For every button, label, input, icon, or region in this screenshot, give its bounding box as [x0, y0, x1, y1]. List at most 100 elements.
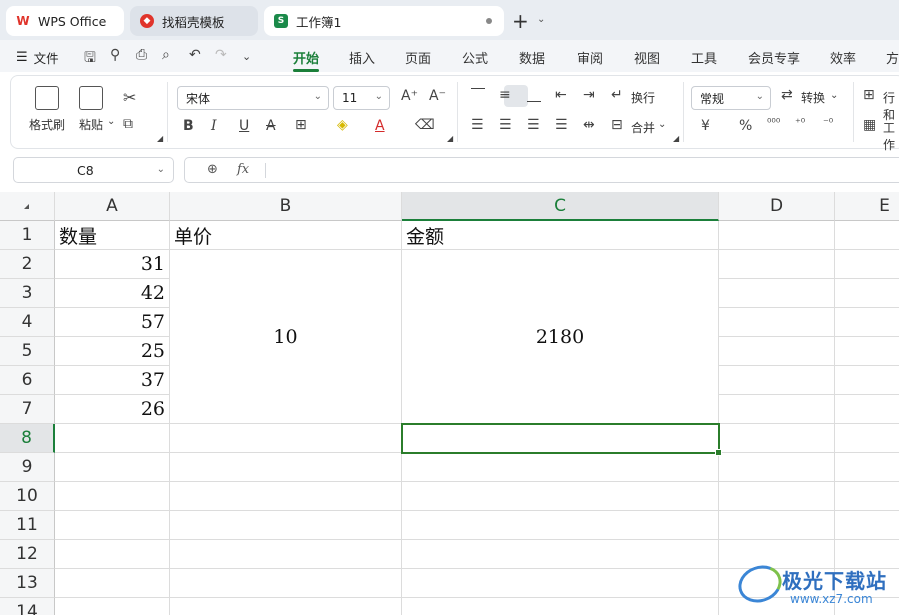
clear-format-icon[interactable]: ⌫ — [415, 117, 435, 133]
worksheet-label[interactable]: 工作 — [883, 119, 899, 153]
cell-d7[interactable] — [719, 395, 835, 424]
align-bottom-icon[interactable]: ⎽ — [527, 87, 541, 103]
print-preview-icon[interactable]: ⌕ — [162, 47, 170, 63]
tab-efficiency[interactable]: 效率 — [830, 48, 856, 67]
cell-a4[interactable]: 57 — [55, 308, 170, 337]
cell-a8[interactable] — [55, 424, 170, 453]
indent-decrease-icon[interactable]: ⇤ — [555, 87, 567, 103]
tab-insert[interactable]: 插入 — [349, 48, 375, 67]
strikethrough-icon[interactable]: A — [266, 118, 276, 134]
tab-member[interactable]: 会员专享 — [748, 48, 800, 67]
share-icon[interactable]: ⚲ — [110, 47, 120, 63]
clipboard-launcher-icon[interactable]: ◢ — [157, 134, 163, 143]
cell-d5[interactable] — [719, 337, 835, 366]
merge-icon[interactable]: ⊟ — [611, 117, 623, 133]
cell-d11[interactable] — [719, 511, 835, 540]
cell-c1[interactable]: 金额 — [402, 221, 719, 250]
cell-e4[interactable] — [835, 308, 899, 337]
cell-a7[interactable]: 26 — [55, 395, 170, 424]
indent-increase-icon[interactable]: ⇥ — [583, 87, 595, 103]
paste-caret-icon[interactable]: ⌄ — [107, 116, 115, 127]
cell-e9[interactable] — [835, 453, 899, 482]
align-top-icon[interactable]: ⎺ — [471, 87, 485, 103]
cell-d1[interactable] — [719, 221, 835, 250]
convert-icon[interactable]: ⇄ — [781, 87, 793, 103]
format-painter-button[interactable]: 格式刷 — [29, 86, 65, 133]
cell-a13[interactable] — [55, 569, 170, 598]
tab-page[interactable]: 页面 — [405, 48, 431, 67]
cell-a1[interactable]: 数量 — [55, 221, 170, 250]
cell-d8[interactable] — [719, 424, 835, 453]
column-header-b[interactable]: B — [170, 192, 402, 221]
cell-d4[interactable] — [719, 308, 835, 337]
row-header-7[interactable]: 7 — [0, 395, 55, 424]
tab-data[interactable]: 数据 — [519, 48, 545, 67]
merge-label[interactable]: 合并 — [631, 119, 655, 136]
cell-b10[interactable] — [170, 482, 402, 511]
increase-decimal-icon[interactable]: ⁺⁰ — [795, 116, 805, 129]
tab-wps-office[interactable]: W WPS Office — [6, 6, 124, 36]
cell-a12[interactable] — [55, 540, 170, 569]
number-format-select[interactable]: 常规 ⌄ — [691, 86, 771, 110]
tab-tools[interactable]: 工具 — [691, 48, 717, 67]
tab-more[interactable]: 方 — [886, 48, 899, 67]
font-name-select[interactable]: 宋体 ⌄ — [177, 86, 329, 110]
cut-icon[interactable]: ✂ — [123, 88, 136, 107]
cell-e1[interactable] — [835, 221, 899, 250]
formula-input[interactable]: ⊕ fx — [184, 157, 899, 183]
row-header-10[interactable]: 10 — [0, 482, 55, 511]
merge-caret-icon[interactable]: ⌄ — [658, 119, 666, 130]
cell-b12[interactable] — [170, 540, 402, 569]
cell-c10[interactable] — [402, 482, 719, 511]
cell-e6[interactable] — [835, 366, 899, 395]
cell-b13[interactable] — [170, 569, 402, 598]
row-header-9[interactable]: 9 — [0, 453, 55, 482]
cell-d6[interactable] — [719, 366, 835, 395]
bold-icon[interactable]: B — [183, 118, 194, 134]
cell-b9[interactable] — [170, 453, 402, 482]
cell-e11[interactable] — [835, 511, 899, 540]
cell-a10[interactable] — [55, 482, 170, 511]
row-header-4[interactable]: 4 — [0, 308, 55, 337]
worksheet-icon[interactable]: ▦ — [863, 117, 876, 133]
cell-c2-merged[interactable]: 2180 — [402, 250, 719, 424]
undo-icon[interactable]: ↶ — [189, 47, 201, 63]
zoom-magnifier-icon[interactable]: ⊕ — [207, 162, 218, 177]
convert-caret-icon[interactable]: ⌄ — [830, 90, 838, 101]
currency-icon[interactable]: ¥ — [701, 118, 710, 134]
tab-review[interactable]: 审阅 — [577, 48, 603, 67]
decrease-font-icon[interactable]: A⁻ — [429, 88, 446, 104]
convert-label[interactable]: 转换 — [801, 89, 825, 106]
cell-c13[interactable] — [402, 569, 719, 598]
thousands-icon[interactable]: ⁰⁰⁰ — [767, 116, 780, 129]
tab-workbook1[interactable]: S 工作簿1 — [264, 6, 504, 36]
cell-c9[interactable] — [402, 453, 719, 482]
row-header-3[interactable]: 3 — [0, 279, 55, 308]
wrap-text-label[interactable]: 换行 — [631, 89, 655, 106]
row-header-14[interactable]: 14 — [0, 598, 55, 615]
copy-icon[interactable]: ⧉ — [123, 116, 133, 132]
fill-color-icon[interactable]: ◈ — [337, 117, 348, 133]
font-launcher-icon[interactable]: ◢ — [447, 134, 453, 143]
justify-icon[interactable]: ☰ — [555, 117, 568, 133]
tab-view[interactable]: 视图 — [634, 48, 660, 67]
decrease-decimal-icon[interactable]: ⁻⁰ — [823, 116, 833, 129]
font-size-select[interactable]: 11 ⌄ — [333, 86, 390, 110]
underline-icon[interactable]: U — [239, 118, 249, 134]
row-header-2[interactable]: 2 — [0, 250, 55, 279]
unsaved-dot-icon[interactable] — [486, 18, 492, 24]
cell-e8[interactable] — [835, 424, 899, 453]
cell-c11[interactable] — [402, 511, 719, 540]
name-box[interactable]: C8 ⌄ — [13, 157, 174, 183]
align-middle-icon[interactable]: ≡ — [499, 87, 511, 103]
cell-d2[interactable] — [719, 250, 835, 279]
cell-c14[interactable] — [402, 598, 719, 615]
cell-a2[interactable]: 31 — [55, 250, 170, 279]
font-color-icon[interactable]: A — [375, 118, 385, 134]
cell-b1[interactable]: 单价 — [170, 221, 402, 250]
cell-b8[interactable] — [170, 424, 402, 453]
cell-b11[interactable] — [170, 511, 402, 540]
row-header-13[interactable]: 13 — [0, 569, 55, 598]
paste-button[interactable]: 粘贴 — [79, 86, 103, 133]
cell-b2-merged[interactable]: 10 — [170, 250, 402, 424]
